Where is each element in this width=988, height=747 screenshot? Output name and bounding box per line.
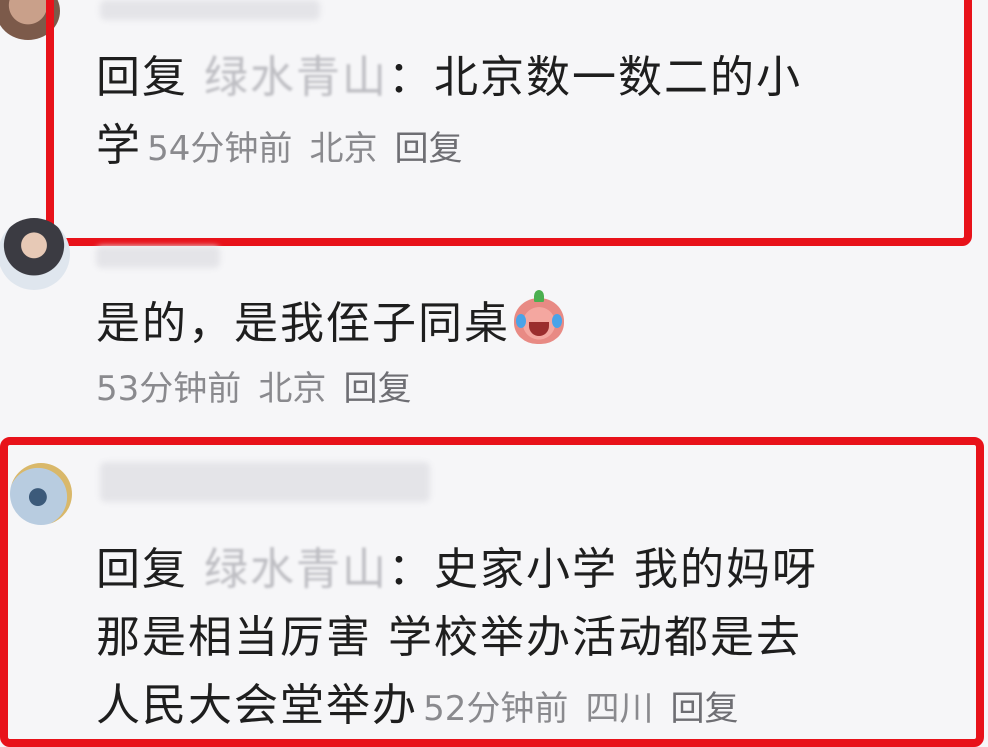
comment-body: ：北京数一数二的小 [388, 52, 802, 103]
comment-text: 回复 绿水青山：史家小学 我的妈呀 [96, 548, 818, 592]
timestamp: 53分钟前 [96, 369, 242, 409]
reply-prefix: 回复 [96, 52, 188, 103]
avatar[interactable] [0, 218, 70, 290]
comment-body: 是的，是我侄子同桌 [96, 298, 510, 349]
comment-meta-row: 学 54分钟前 北京 回复 [96, 124, 463, 168]
comment-body-cont: 学 [96, 120, 142, 171]
location: 北京 [258, 369, 327, 409]
username-blurred [96, 246, 220, 268]
timestamp: 52分钟前 [423, 689, 569, 729]
quoted-username[interactable]: 绿水青山 [204, 544, 388, 595]
highlight-box [46, 0, 972, 246]
reply-button[interactable]: 回复 [395, 129, 463, 169]
comment-body: ：史家小学 我的妈呀 [388, 544, 818, 595]
reply-button[interactable]: 回复 [671, 689, 739, 729]
comment-text: 回复 绿水青山：北京数一数二的小 [96, 56, 802, 100]
username-blurred [100, 462, 430, 502]
location: 四川 [585, 689, 654, 729]
comment-body-cont: 人民大会堂举办 [96, 680, 418, 731]
timestamp: 54分钟前 [147, 129, 293, 169]
comment-meta-row: 人民大会堂举办 52分钟前 四川 回复 [96, 684, 739, 728]
reply-button[interactable]: 回复 [343, 369, 411, 409]
quoted-username[interactable]: 绿水青山 [204, 52, 388, 103]
crying-laughing-emoji-icon [514, 290, 564, 344]
location: 北京 [309, 129, 378, 169]
comment-text: 是的，是我侄子同桌 [96, 290, 564, 349]
comment-body-cont: 那是相当厉害 学校举办活动都是去 [96, 612, 802, 663]
reply-prefix: 回复 [96, 544, 188, 595]
comment-meta-row: 53分钟前 北京 回复 [96, 372, 411, 406]
avatar[interactable] [10, 463, 72, 525]
